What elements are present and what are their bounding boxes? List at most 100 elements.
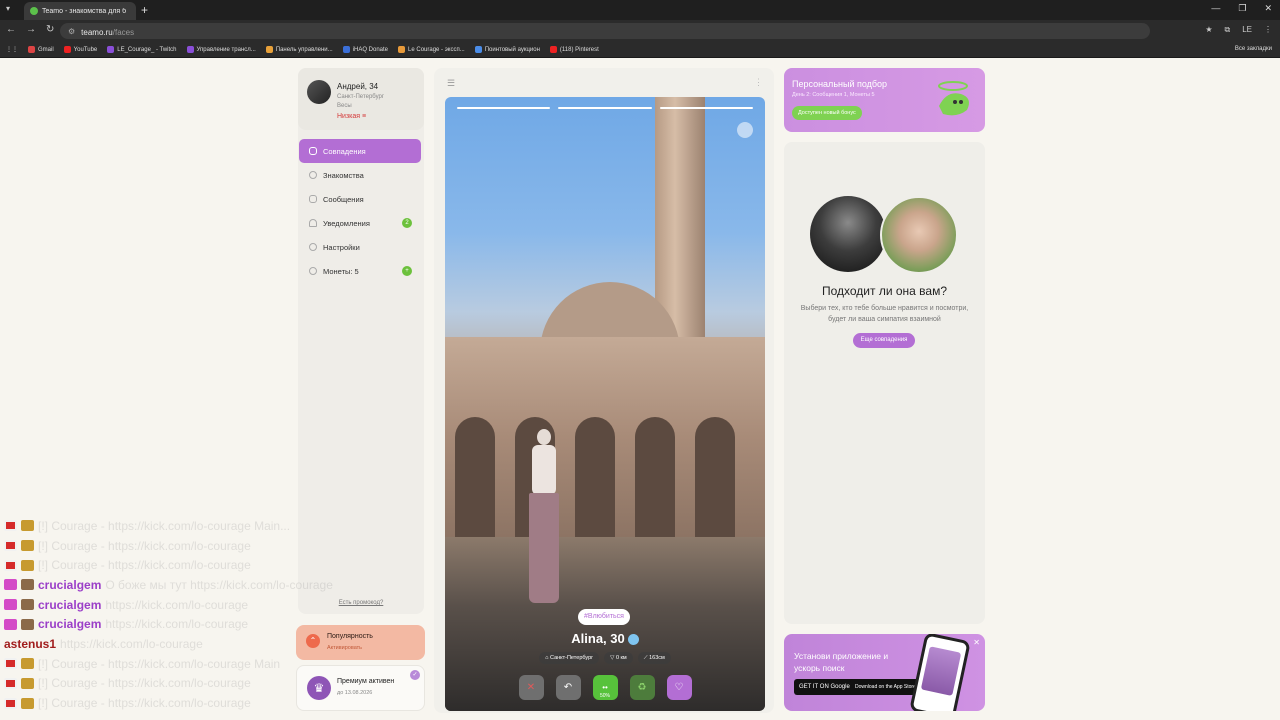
restore-icon[interactable]: ❐	[1238, 3, 1246, 14]
dislike-button[interactable]: ✕	[518, 675, 544, 700]
nav-buttons: ← → ↻	[6, 24, 54, 35]
bookmark-item[interactable]: Поинтовый аукцион	[474, 46, 540, 53]
match-panel: Подходит ли она вам? Выбери тех, кто теб…	[784, 142, 985, 624]
profile-photo[interactable]: #Влюбиться Alina, 30 ⌂ Санкт-Петербург ▽…	[445, 97, 765, 711]
chat-badge-icon	[21, 677, 34, 689]
chat-message: https://kick.com/lo-courage	[60, 636, 203, 651]
bookmark-item[interactable]: LE_Courage_ - Twitch	[107, 46, 177, 53]
interest-tag: #Влюбиться	[578, 609, 630, 625]
match-photo[interactable]	[880, 196, 958, 274]
verified-icon	[627, 634, 639, 646]
url-path: /faces	[112, 28, 135, 37]
profile-avatar[interactable]: LE	[1242, 25, 1252, 35]
forward-icon[interactable]: →	[26, 24, 36, 35]
avatar[interactable]	[307, 80, 331, 104]
install-app-banner[interactable]: Установи приложение и ускорь поиск GET I…	[784, 634, 985, 711]
chat-badge-icon	[21, 579, 34, 591]
bookmark-item[interactable]: Управление трансл...	[186, 46, 256, 53]
undo-button[interactable]: ↶	[555, 675, 581, 700]
like-button[interactable]: ♡	[666, 675, 692, 700]
add-coins-badge[interactable]: +	[402, 266, 412, 276]
all-bookmarks[interactable]: Все закладки	[1235, 46, 1272, 52]
chat-message: https://kick.com/lo-courage	[105, 617, 249, 632]
sidebar-item-matches[interactable]: Совпадения	[299, 139, 421, 163]
profile-zodiac: Весы	[337, 103, 352, 109]
chat-line: [!] Courage - https://kick.com/lo-courag…	[4, 516, 384, 536]
tab-list-icon[interactable]: ▾	[6, 4, 10, 13]
chat-message: [!] Courage - https://kick.com/lo-courag…	[38, 676, 251, 691]
search-icon	[309, 171, 317, 179]
bookmark-item[interactable]: YouTube	[63, 46, 97, 53]
my-photo	[810, 196, 886, 272]
sidebar-item-notifications[interactable]: Уведомления 2	[299, 211, 421, 235]
mutual-button[interactable]: ♻	[629, 675, 655, 700]
menu-icon[interactable]: ⋮	[1264, 25, 1272, 35]
city-pill: ⌂ Санкт-Петербург	[539, 652, 600, 664]
profile-level[interactable]: Низкая ≡	[337, 113, 366, 120]
chat-badge-icon	[4, 579, 17, 591]
matches-icon	[309, 147, 317, 155]
bookmark-item[interactable]: Le Courage - экссп...	[398, 46, 465, 53]
close-icon[interactable]: ✕	[973, 638, 980, 647]
sidebar-item-dating[interactable]: Знакомства	[299, 163, 421, 187]
toolbar-icons: ★ ⧉ LE ⋮	[1205, 25, 1272, 35]
personal-selection-banner[interactable]: Персональный подбор День 2: Сообщения 1,…	[784, 68, 985, 132]
reload-icon[interactable]: ↻	[46, 24, 54, 35]
card-meta: ⌂ Санкт-Петербург ▽ 0 км ⟋ 163см	[445, 652, 765, 664]
coin-icon	[309, 267, 317, 275]
extensions-icon[interactable]: ⧉	[1224, 25, 1230, 35]
bookmark-item[interactable]: Панель управлени...	[265, 46, 333, 53]
browser-tab[interactable]: Teamo - знакомства для брак... ✕	[24, 2, 136, 20]
teamo-favicon-icon	[30, 7, 38, 15]
chat-badge-icon	[21, 697, 34, 709]
bonus-button[interactable]: Доступен новый бонус	[792, 106, 862, 120]
chat-username: crucialgem	[38, 617, 102, 632]
profile-card[interactable]: Андрей, 34 Санкт-Петербург Весы Низкая ≡	[298, 68, 424, 130]
banner-subtitle: День 2: Сообщения 1, Монеты 5	[792, 92, 875, 98]
chat-message: [!] Courage - https://kick.com/lo-courag…	[38, 518, 291, 533]
minimize-icon[interactable]: —	[1211, 3, 1220, 14]
filter-icon[interactable]: ☰	[447, 78, 455, 89]
chat-badge-icon	[4, 618, 17, 630]
check-icon: ✓	[410, 670, 420, 680]
banner-title: Персональный подбор	[792, 79, 888, 89]
sidebar-item-settings[interactable]: Настройки	[299, 235, 421, 259]
bookmark-item[interactable]: (118) Pinterest	[549, 46, 599, 53]
app-store-button[interactable]: Download on the App Store	[850, 679, 921, 695]
more-matches-button[interactable]: Еще совпадения	[853, 333, 915, 348]
apps-icon[interactable]: ⋮⋮	[6, 46, 18, 53]
more-options-icon[interactable]: ⋮	[754, 77, 763, 88]
chat-badge-icon	[21, 658, 34, 670]
sidebar-item-messages[interactable]: Сообщения	[299, 187, 421, 211]
address-bar-row: ← → ↻ ⚙ teamo.ru/faces ★ ⧉ LE ⋮	[0, 20, 1280, 42]
back-icon[interactable]: ←	[6, 24, 16, 35]
sidebar-item-coins[interactable]: Монеты: 5 +	[299, 259, 421, 283]
photo-info-button[interactable]	[737, 122, 753, 138]
match-description: Выбери тех, кто тебе больше нравится и п…	[800, 305, 969, 323]
browser-tab-bar: ▾ Teamo - знакомства для брак... ✕ + — ❐…	[0, 0, 1280, 20]
chat-username: crucialgem	[38, 597, 102, 612]
chat-badge-icon	[21, 618, 34, 630]
star-icon[interactable]: ★	[1205, 25, 1212, 35]
card-actions: ✕ ↶ •• 50% ♻ ♡	[445, 675, 765, 700]
chat-line: crucialgem https://kick.com/lo-courage	[4, 614, 384, 634]
chat-line: [!] Courage - https://kick.com/lo-courag…	[4, 674, 384, 694]
distance-pill: ▽ 0 км	[604, 652, 633, 664]
bookmark-item[interactable]: iHAQ Donate	[342, 46, 388, 53]
chat-line: [!] Courage - https://kick.com/lo-courag…	[4, 555, 384, 575]
chat-badge-icon	[4, 559, 17, 571]
superlike-button[interactable]: •• 50%	[592, 675, 618, 700]
bell-icon	[309, 219, 317, 227]
bookmark-item[interactable]: Gmail	[28, 46, 54, 53]
chat-badge-icon	[4, 697, 17, 709]
site-info-icon[interactable]: ⚙	[68, 27, 75, 36]
chat-badge-icon	[21, 520, 34, 532]
profile-city: Санкт-Петербург	[337, 94, 385, 100]
chat-badge-icon	[21, 559, 34, 571]
url-field[interactable]: ⚙ teamo.ru/faces	[60, 23, 1150, 39]
close-window-icon[interactable]: ✕	[1264, 3, 1272, 14]
new-tab-icon[interactable]: +	[141, 3, 148, 17]
url-host: teamo.ru	[81, 28, 113, 37]
photo-person	[529, 429, 559, 619]
chat-line: crucialgem https://kick.com/lo-courage	[4, 595, 384, 615]
